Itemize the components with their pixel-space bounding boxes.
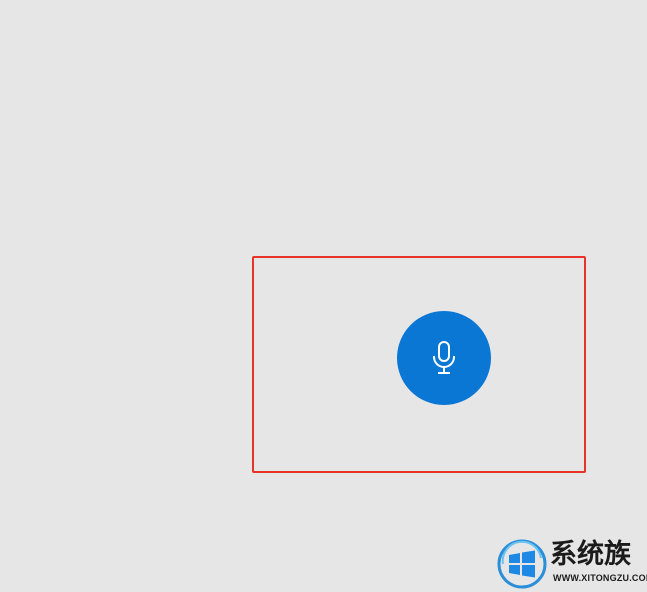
watermark-url: WWW.XITONGZU.COM bbox=[553, 573, 647, 583]
windows-logo-icon bbox=[497, 539, 547, 589]
screen: 系统族 WWW.XITONGZU.COM bbox=[0, 0, 647, 592]
microphone-button[interactable] bbox=[397, 311, 491, 405]
watermark: 系统族 WWW.XITONGZU.COM bbox=[497, 537, 647, 592]
watermark-title: 系统族 bbox=[550, 539, 631, 570]
microphone-icon bbox=[431, 341, 457, 375]
